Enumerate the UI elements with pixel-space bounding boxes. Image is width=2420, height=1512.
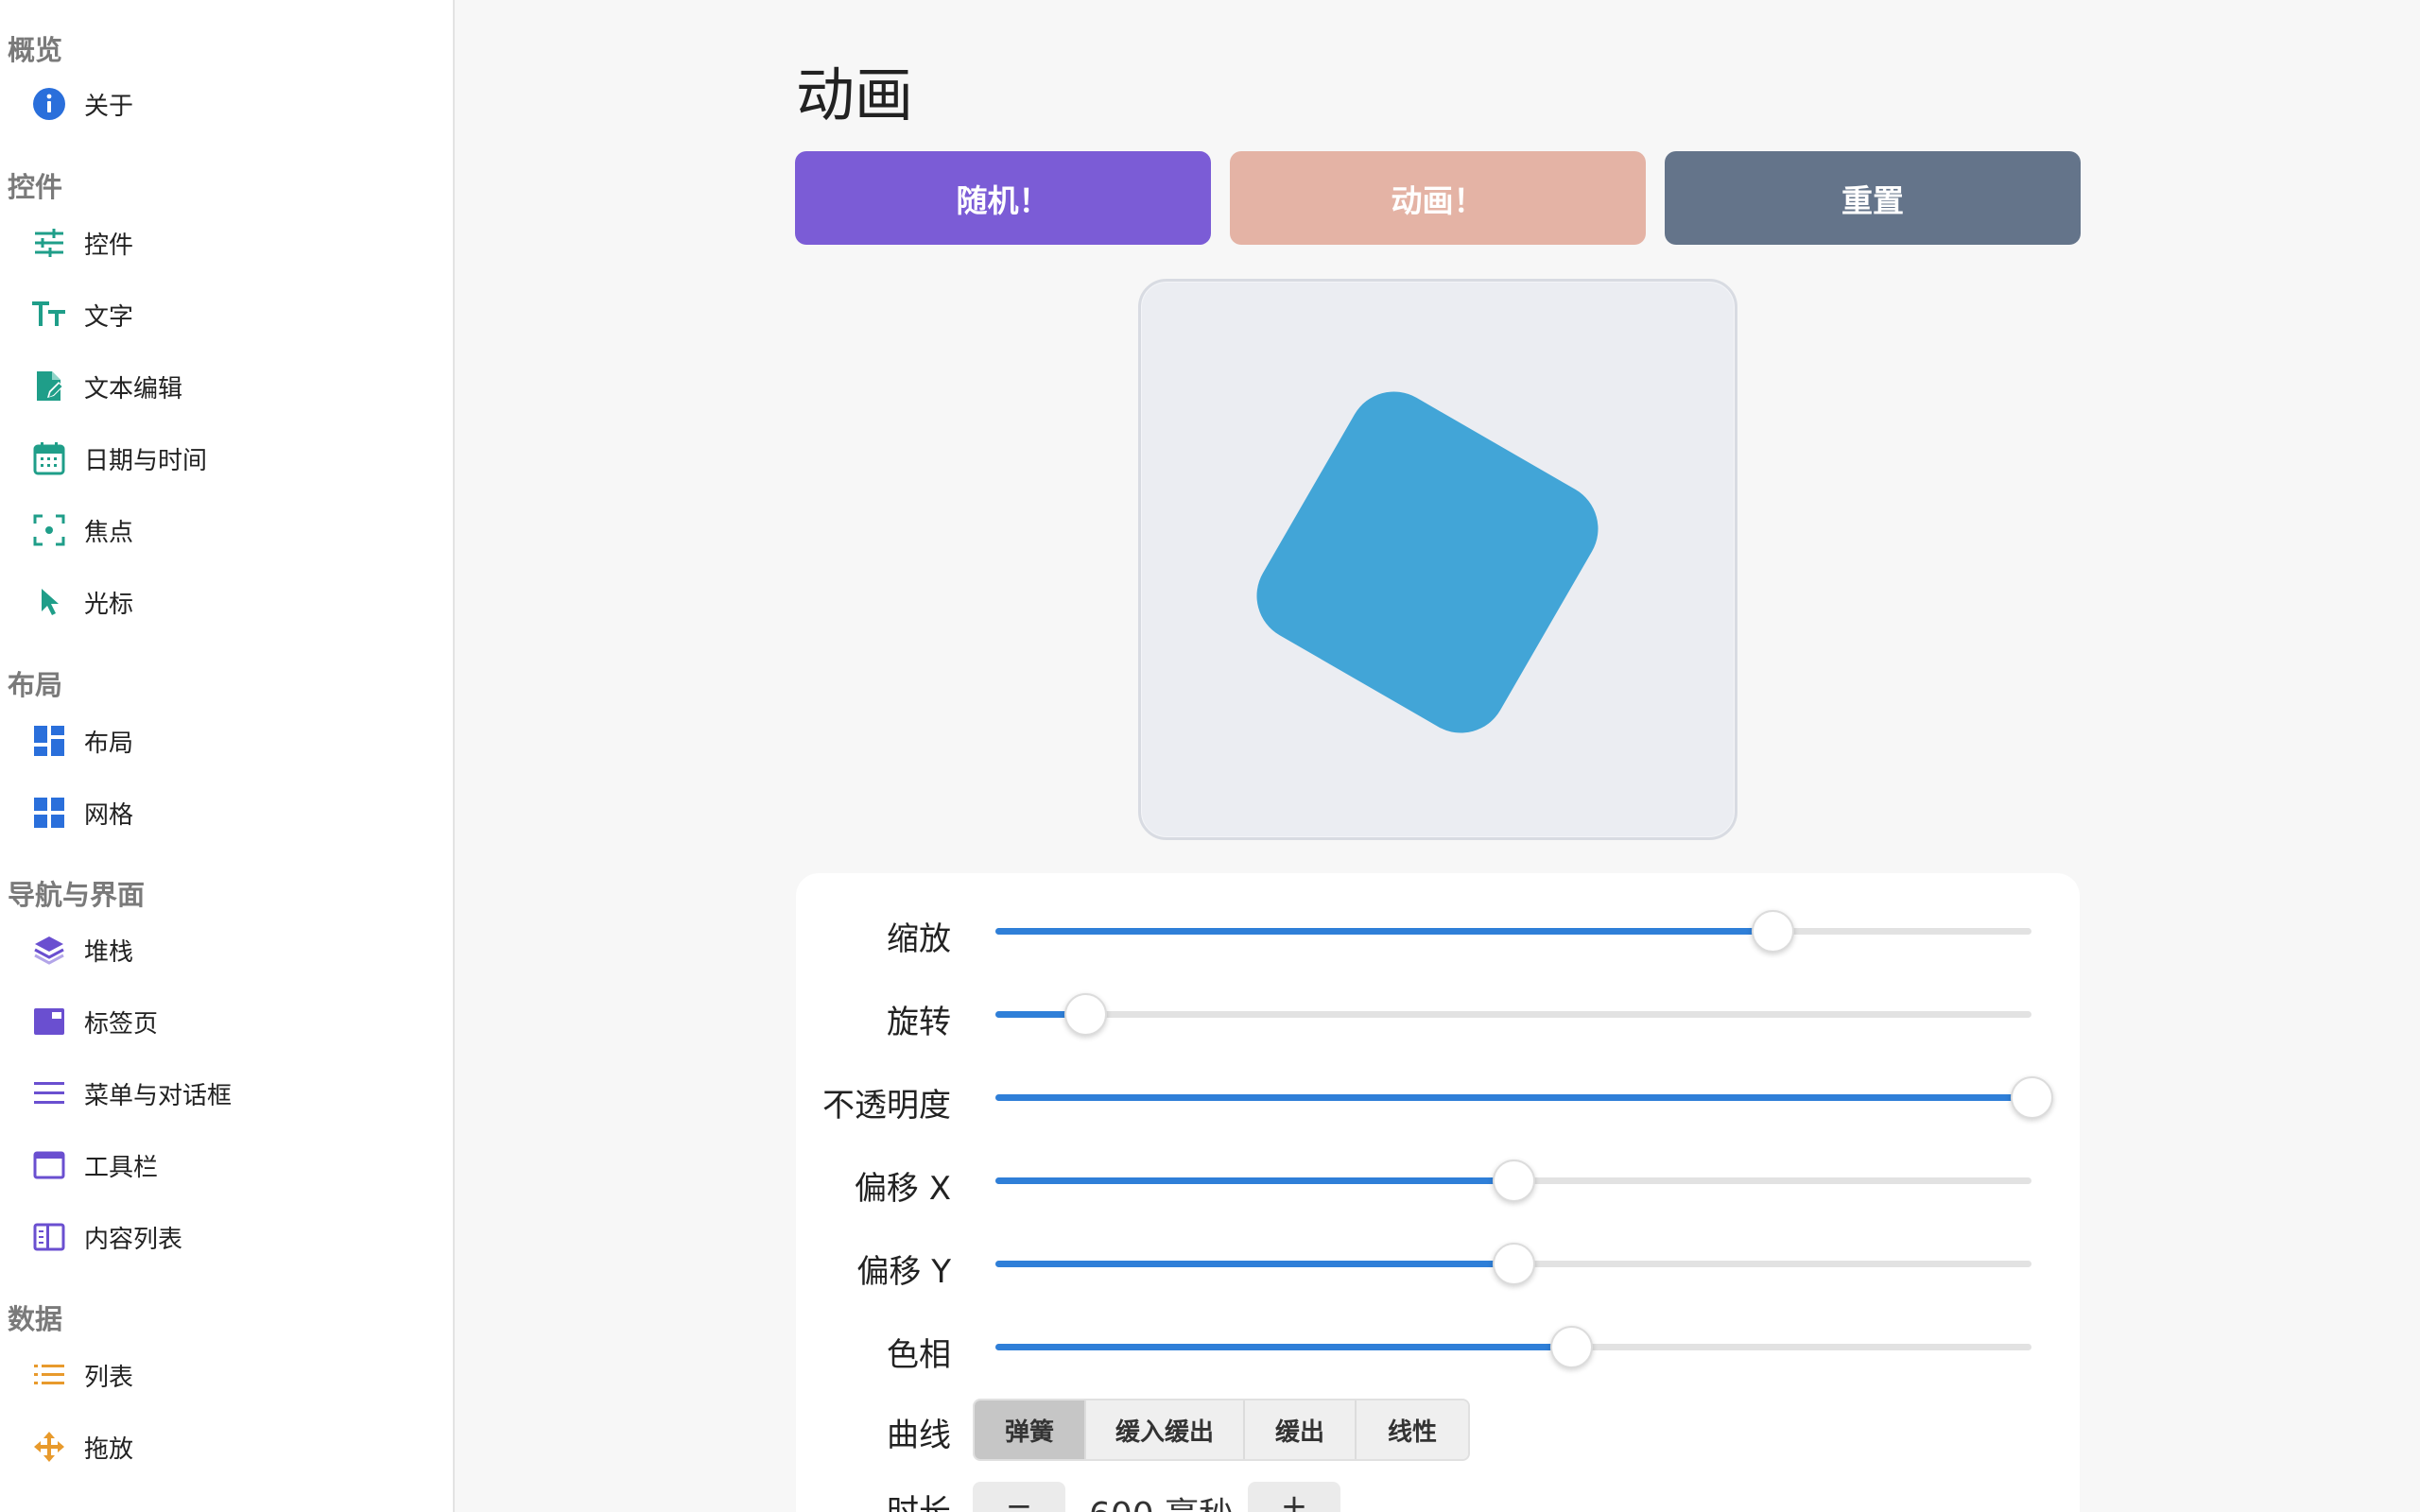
sidebar-item-date-time[interactable]: 日期与时间 [0, 428, 444, 489]
sidebar-item-label: 日期与时间 [84, 446, 208, 475]
section-title-controls: 控件 [8, 171, 63, 203]
sidebar-item-tabs[interactable]: 标签页 [0, 991, 444, 1052]
sidebar-item-label: 文字 [84, 302, 134, 332]
section-title-data: 数据 [8, 1303, 63, 1335]
duration-label: 时长 [887, 1493, 951, 1512]
animate-button[interactable]: 动画！ [1230, 151, 1646, 245]
sidebar-item-label: 内容列表 [84, 1225, 183, 1254]
slider-thumb[interactable] [1493, 1243, 1535, 1285]
slider-thumb[interactable] [1493, 1160, 1535, 1202]
curve-option-ease-out[interactable]: 缓出 [1245, 1400, 1357, 1459]
toolbar-icon [30, 1146, 68, 1184]
layout-icon [30, 722, 68, 760]
curve-option-spring[interactable]: 弹簧 [975, 1400, 1086, 1459]
slider-fill [995, 928, 1772, 935]
calendar-icon [30, 439, 68, 477]
rotation-slider[interactable] [995, 993, 2031, 1036]
duration-value: 600 毫秒 [1089, 1487, 1233, 1512]
sidebar-item-label: 堆栈 [84, 937, 134, 967]
slider-thumb[interactable] [2011, 1076, 2053, 1119]
content-list-icon [30, 1218, 68, 1256]
hue-slider[interactable] [995, 1326, 2031, 1368]
sidebar-item-grid[interactable]: 网格 [0, 782, 444, 843]
menu-icon [30, 1074, 68, 1112]
stack-icon [30, 931, 68, 969]
sidebar-item-layout[interactable]: 布局 [0, 711, 444, 771]
slider-thumb[interactable] [1752, 910, 1794, 953]
sidebar-item-text[interactable]: 文字 [0, 284, 444, 345]
slider-fill [995, 1094, 2031, 1101]
document-edit-icon [30, 368, 68, 405]
rotation-label: 旋转 [887, 1004, 951, 1041]
opacity-slider[interactable] [995, 1076, 2053, 1119]
sidebar: 概览 关于 控件 控件 文字 文本编辑 日期与时间 焦点 光标 布局 布局 网格… [0, 0, 455, 1512]
hue-label: 色相 [887, 1336, 951, 1374]
sidebar-item-label: 菜单与对话框 [84, 1081, 233, 1110]
scale-label: 缩放 [887, 920, 951, 958]
sidebar-item-label: 列表 [84, 1363, 134, 1392]
sidebar-item-label: 文本编辑 [84, 374, 183, 404]
sidebar-item-menu-dialog[interactable]: 菜单与对话框 [0, 1063, 444, 1124]
offset-x-slider[interactable] [995, 1160, 2031, 1202]
duration-increase-button[interactable]: + [1248, 1482, 1340, 1512]
info-icon [30, 85, 68, 123]
curve-option-linear[interactable]: 线性 [1357, 1400, 1468, 1459]
list-icon [30, 1356, 68, 1394]
sidebar-item-list[interactable]: 列表 [0, 1345, 444, 1405]
sidebar-item-label: 工具栏 [84, 1153, 159, 1182]
offset-y-slider[interactable] [995, 1243, 2031, 1285]
sidebar-item-label: 关于 [84, 92, 134, 121]
sidebar-item-stack[interactable]: 堆栈 [0, 919, 444, 980]
sidebar-item-partial[interactable] [0, 1488, 444, 1512]
slider-fill [995, 1177, 1513, 1184]
sidebar-item-cursor[interactable]: 光标 [0, 572, 444, 632]
drag-move-icon [30, 1428, 68, 1466]
sidebar-item-drag-drop[interactable]: 拖放 [0, 1417, 444, 1477]
sidebar-item-label: 焦点 [84, 518, 134, 547]
cursor-icon [30, 583, 68, 621]
section-title-overview: 概览 [8, 34, 63, 66]
reset-button[interactable]: 重置 [1665, 151, 2081, 245]
section-title-layout: 布局 [8, 669, 63, 701]
curve-segmented-control: 弹簧 缓入缓出 缓出 线性 [973, 1399, 1470, 1461]
sidebar-item-controls[interactable]: 控件 [0, 213, 444, 273]
sidebar-item-label: 网格 [84, 800, 134, 830]
slider-fill [995, 1344, 1572, 1350]
random-button[interactable]: 随机！ [795, 151, 1211, 245]
text-size-icon [30, 296, 68, 334]
section-title-navigation: 导航与界面 [8, 879, 146, 911]
sliders-icon [30, 224, 68, 262]
sidebar-item-toolbar[interactable]: 工具栏 [0, 1135, 444, 1195]
duration-decrease-button[interactable]: − [973, 1482, 1065, 1512]
grid-icon [30, 794, 68, 832]
slider-fill [995, 1261, 1513, 1267]
curve-label: 曲线 [887, 1417, 951, 1454]
offset-x-label: 偏移 X [854, 1170, 951, 1208]
page-title: 动画 [796, 60, 914, 129]
sidebar-item-label: 光标 [84, 590, 134, 619]
sidebar-item-label: 拖放 [84, 1435, 134, 1464]
focus-icon [30, 511, 68, 549]
tabs-icon [30, 1003, 68, 1040]
sidebar-item-label: 标签页 [84, 1009, 159, 1039]
sidebar-item-content-list[interactable]: 内容列表 [0, 1207, 444, 1267]
sidebar-item-about[interactable]: 关于 [0, 74, 444, 134]
scale-slider[interactable] [995, 910, 2031, 953]
opacity-label: 不透明度 [822, 1087, 951, 1125]
sidebar-item-text-edit[interactable]: 文本编辑 [0, 356, 444, 417]
sidebar-item-label: 控件 [84, 231, 134, 260]
sidebar-item-label: 布局 [84, 729, 134, 758]
curve-option-ease-in-out[interactable]: 缓入缓出 [1086, 1400, 1245, 1459]
calendar-icon [30, 1500, 68, 1512]
sidebar-item-focus[interactable]: 焦点 [0, 500, 444, 560]
offset-y-label: 偏移 Y [856, 1253, 951, 1291]
